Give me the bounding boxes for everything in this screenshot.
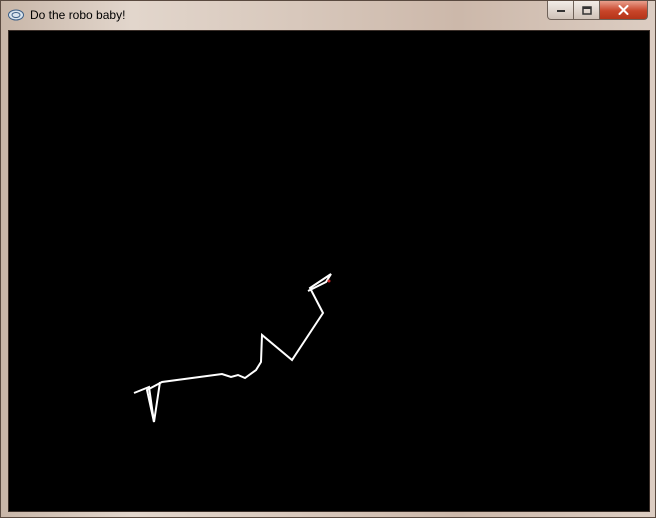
app-window: Do the robo baby! [0,0,656,518]
window-title: Do the robo baby! [30,8,126,22]
close-button[interactable] [600,1,648,20]
maximize-icon [581,5,592,15]
drawing-canvas[interactable] [8,30,650,512]
robot-path-branch [133,381,161,423]
robot-path-line [145,273,332,423]
caption-buttons [547,1,648,21]
robot-path [133,273,332,423]
app-icon [8,8,24,21]
close-icon [618,5,629,15]
title-bar[interactable]: Do the robo baby! [1,1,655,30]
maximize-button[interactable] [574,1,600,20]
robot-marker [327,279,331,283]
minimize-button[interactable] [547,1,574,20]
minimize-icon [556,10,565,12]
